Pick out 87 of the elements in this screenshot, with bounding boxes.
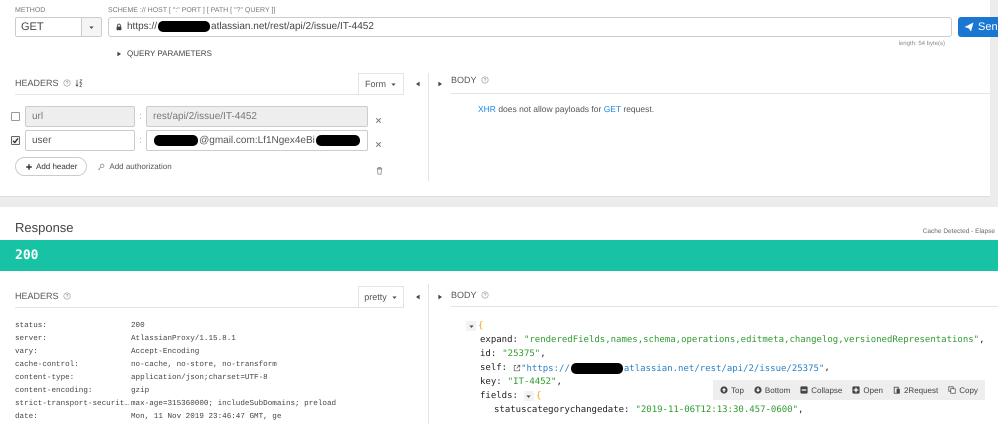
body-message: XHR does not allow payloads for GET request. <box>478 104 656 114</box>
json-key: id: <box>480 349 496 359</box>
caret-icon <box>525 392 532 400</box>
caret-icon <box>390 294 398 300</box>
json-key: self: <box>480 363 508 373</box>
header-name-field[interactable]: url <box>25 106 135 127</box>
lock-icon <box>115 23 123 31</box>
redaction-mark <box>158 21 210 32</box>
comma: , <box>824 363 830 373</box>
external-link-icon <box>513 364 522 372</box>
help-icon <box>480 291 489 299</box>
json-value: "25375" <box>502 349 540 359</box>
json-key: key: <box>480 377 502 387</box>
checkbox[interactable] <box>11 136 20 145</box>
copy-icon <box>948 386 956 394</box>
comma: , <box>979 335 985 345</box>
comma: , <box>556 377 562 387</box>
close-icon <box>374 140 383 149</box>
json-brace: { <box>478 321 484 331</box>
key-icon <box>97 162 106 170</box>
redaction-mark <box>154 135 198 146</box>
minus-icon <box>800 386 808 394</box>
body-title: BODY <box>451 75 477 85</box>
headers-title: HEADERS <box>15 291 59 301</box>
checkbox[interactable] <box>11 112 20 121</box>
json-value: "IT-4452" <box>508 377 556 387</box>
left-arrow-icon <box>414 80 422 88</box>
header-value-field[interactable]: rest/api/2/issue/IT-4452 <box>146 106 368 127</box>
close-icon <box>374 116 383 125</box>
comma: , <box>798 405 804 415</box>
sort-icon <box>74 79 83 87</box>
colon: : <box>138 135 143 146</box>
add-header-button[interactable]: Add header <box>15 157 88 176</box>
left-arrow-icon <box>414 293 422 301</box>
header-value-field[interactable]: @gmail.com:Lf1Ngex4eBi <box>146 130 368 151</box>
response-title: Response <box>15 220 74 235</box>
status-code: 200 <box>15 248 38 263</box>
caret-icon <box>390 80 397 88</box>
right-arrow-icon <box>436 293 444 301</box>
json-brace: { <box>536 391 542 401</box>
collapse-left-button[interactable] <box>414 293 422 301</box>
caret-icon <box>88 24 95 30</box>
comma: , <box>540 349 546 359</box>
link[interactable]: GET <box>604 104 622 114</box>
form-dropdown[interactable]: Form <box>358 73 404 94</box>
plus-icon <box>25 162 33 170</box>
help-icon <box>480 76 489 84</box>
plus-icon <box>852 386 860 394</box>
expand-icon <box>115 50 123 58</box>
body-title: BODY <box>451 290 477 300</box>
add-authorization-link[interactable]: Add authorization <box>97 162 172 171</box>
link[interactable]: XHR <box>478 104 496 114</box>
toolbar-button[interactable]: 2Request <box>892 386 938 394</box>
caret-icon <box>468 322 474 330</box>
send-icon <box>964 22 974 32</box>
query-parameters-toggle[interactable]: QUERY PARAMETERS <box>115 49 212 58</box>
toolbar-button[interactable]: Open <box>852 386 883 394</box>
collapse-right-button[interactable] <box>436 80 444 88</box>
json-link[interactable]: "https:// atlassian.net/rest/api/2/issue/25375" <box>521 362 824 374</box>
right-arrow-icon <box>436 80 444 88</box>
collapse-right-button[interactable] <box>436 293 444 301</box>
json-key: statuscategorychangedate: <box>494 405 630 415</box>
toolbar-button[interactable]: Bottom <box>754 386 790 394</box>
toolbar-button[interactable]: Top <box>720 386 744 394</box>
tree-toggle[interactable] <box>466 321 476 331</box>
json-key: expand: <box>480 335 518 345</box>
help-icon <box>62 79 71 87</box>
help-icon <box>62 292 71 300</box>
send-button[interactable]: Sen <box>958 17 998 37</box>
trash-icon <box>375 166 384 175</box>
colon: : <box>138 111 143 122</box>
json-value: "renderedFields,names,schema,operations,editmeta,changelog,versionedRepresentations" <box>524 335 980 345</box>
json-key: fields: <box>480 391 518 401</box>
clipboard-icon <box>892 386 901 394</box>
json-value: "2019-11-06T12:13:30.457-0600" <box>635 405 798 415</box>
headers-title: HEADERS <box>15 78 59 88</box>
collapse-left-button[interactable] <box>414 80 422 88</box>
view-mode-dropdown[interactable]: pretty <box>358 286 404 307</box>
toolbar-button[interactable]: Collapse <box>800 386 842 394</box>
toolbar-button[interactable]: Copy <box>948 386 978 394</box>
check-icon <box>12 137 19 144</box>
redaction-mark <box>316 135 360 146</box>
method-dropdown[interactable]: GET <box>15 17 102 37</box>
tree-toggle[interactable] <box>524 391 534 401</box>
url-field[interactable]: https:// atlassian.net/rest/api/2/issue/IT-4452 <box>108 17 952 37</box>
header-name-field[interactable]: user <box>25 130 135 151</box>
redaction-mark <box>570 362 623 374</box>
